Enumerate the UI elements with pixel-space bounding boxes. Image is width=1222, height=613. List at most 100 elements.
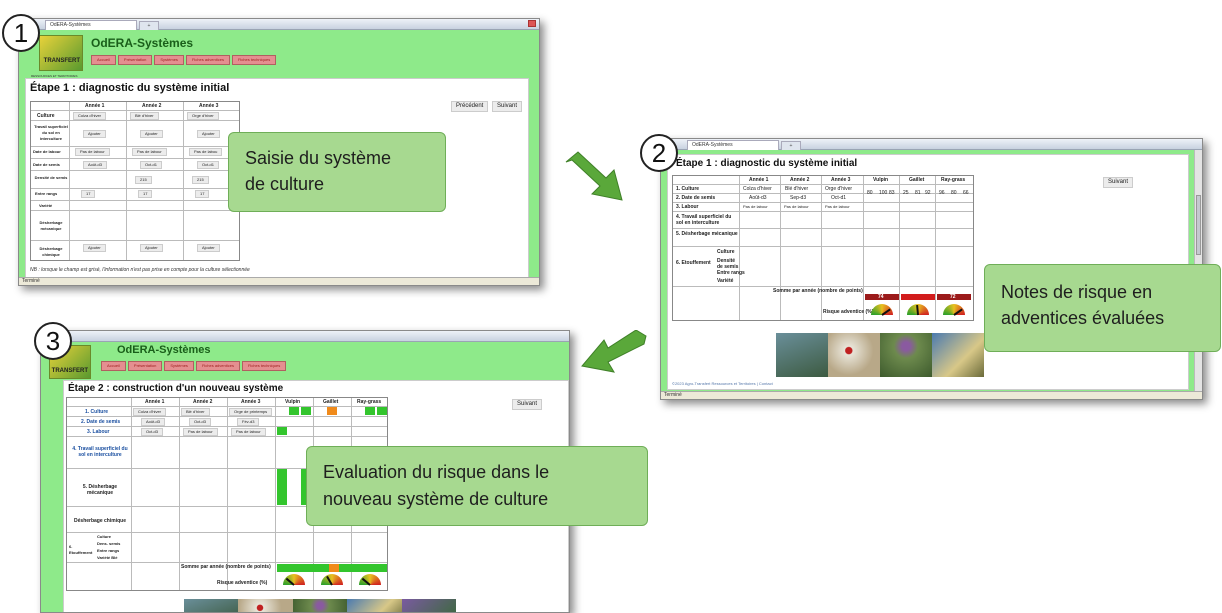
- risk-gauge-1: [283, 574, 305, 586]
- densite-input-2[interactable]: 215: [135, 176, 152, 184]
- labour-select-3[interactable]: Pas de labour: [231, 428, 266, 436]
- app-title: OdERA-Systèmes: [91, 36, 194, 50]
- note-text: NB : lorsque le champ est grisé, l'infor…: [30, 267, 250, 273]
- callout-step3-line1: Evaluation du risque dans le: [323, 462, 550, 482]
- semis-3: Oct-d1: [831, 195, 847, 201]
- score-2: 100: [879, 190, 888, 196]
- sub-culture: Culture: [97, 534, 111, 539]
- sub-densite: Dens. semis: [97, 541, 121, 546]
- callout-step3: Evaluation du risque dans le nouveau sys…: [306, 446, 648, 526]
- entre-rangs-input-1[interactable]: 17: [81, 190, 96, 198]
- weed-photo-strip: [184, 599, 457, 612]
- risk-gauge-3: [359, 574, 381, 586]
- score-cell: [277, 469, 287, 505]
- culture-select-3[interactable]: Orge d'hiver: [187, 112, 219, 120]
- diagnostic-table: Année 1 Année 2 Année 3 Vulpin Gaillet R…: [672, 175, 974, 321]
- score-8: 80: [951, 190, 957, 196]
- nav-presentation[interactable]: Présentation: [117, 55, 153, 65]
- nav-systemes[interactable]: Systèmes: [164, 361, 194, 371]
- labour-select-3[interactable]: Pas de labou: [189, 148, 223, 156]
- chimique-ajouter-3[interactable]: Ajouter: [197, 244, 220, 252]
- sub-densite: Densité de semis: [717, 258, 739, 270]
- labour-select-2[interactable]: Pas de labour: [183, 428, 218, 436]
- score-cell: [327, 407, 337, 415]
- semis-select-3[interactable]: Fév-d3: [237, 418, 260, 426]
- callout-step3-line2: nouveau système de culture: [323, 489, 549, 509]
- year-2-header: Année 2: [790, 177, 810, 183]
- new-tab-button[interactable]: +: [139, 21, 159, 30]
- browser-tab[interactable]: OdERA-Systèmes: [687, 140, 779, 150]
- weed-gaillet-header: Gaillet: [323, 399, 339, 405]
- nav-presentation[interactable]: Présentation: [127, 361, 163, 371]
- sub-entre-rangs: Entre rangs: [97, 548, 120, 553]
- nav-fiches-techniques[interactable]: Fiches techniques: [231, 55, 277, 65]
- row-travail-superficiel: Travail superficiel du sol en intercultu…: [34, 124, 68, 141]
- ajouter-button-2[interactable]: Ajouter: [140, 130, 163, 138]
- row-date-labour: Date de labour: [33, 149, 61, 154]
- step-number-2: 2: [640, 134, 678, 172]
- score-3: 83: [889, 190, 895, 196]
- culture-select-1[interactable]: Colza d'hiver: [73, 112, 106, 120]
- risk-label: Risque adventice (%): [217, 580, 268, 586]
- nav-fiches-techniques[interactable]: Fiches techniques: [241, 361, 287, 371]
- semis-select-1[interactable]: Août-d3: [141, 418, 166, 426]
- labour-select-2[interactable]: Pas de labour: [132, 148, 167, 156]
- next-button[interactable]: Suivant: [512, 399, 543, 410]
- sub-culture: Culture: [717, 249, 735, 255]
- nav-accueil[interactable]: Accueil: [101, 361, 126, 371]
- entre-rangs-input-2[interactable]: 17: [138, 190, 153, 198]
- culture-select-1[interactable]: Colza d'hiver: [133, 408, 166, 416]
- nav-accueil[interactable]: Accueil: [91, 55, 116, 65]
- nav-fiches-adventices[interactable]: Fiches adventices: [195, 361, 240, 371]
- footer-text: ©2023 Agro-Transfert Ressources et Terri…: [672, 381, 773, 386]
- new-tab-button[interactable]: +: [781, 141, 801, 150]
- semis-select-2[interactable]: Oct-d3: [189, 418, 212, 426]
- year-2-header: Année 2: [142, 103, 162, 109]
- semis-select-3[interactable]: Oct-d1: [197, 161, 220, 169]
- risk-gauge-2: [907, 304, 929, 316]
- weed-raygrass-header: Ray-grass: [941, 177, 966, 183]
- score-cell: [301, 407, 311, 415]
- sub-variete: Variété: [717, 278, 734, 284]
- score-cell: [277, 427, 287, 435]
- chimique-ajouter-2[interactable]: Ajouter: [140, 244, 163, 252]
- browser-tab[interactable]: OdERA-Systèmes: [45, 20, 137, 30]
- next-button[interactable]: Suivant: [1103, 177, 1134, 188]
- close-window-icon[interactable]: [528, 20, 536, 27]
- risk-label: Risque adventice (%): [823, 309, 874, 315]
- sum-year-2: [901, 294, 935, 300]
- score-cell: [289, 407, 299, 415]
- labour-select-1[interactable]: Pas de labour: [75, 148, 110, 156]
- entre-rangs-input-3[interactable]: 17: [195, 190, 210, 198]
- row-date-semis: 2. Date de semis: [676, 195, 716, 201]
- row-desherbage-chimique: Désherbage chimique: [39, 246, 63, 257]
- next-button[interactable]: Suivant: [492, 101, 523, 112]
- score-6: 92: [925, 190, 931, 196]
- score-1: 80: [867, 190, 873, 196]
- nav-fiches-adventices[interactable]: Fiches adventices: [185, 55, 230, 65]
- nav-systemes[interactable]: Systèmes: [154, 55, 184, 65]
- weed-photo-strip: [776, 333, 984, 377]
- row-desherbage-chimique: Désherbage chimique: [74, 518, 126, 524]
- culture-select-2[interactable]: Blé d'hiver: [181, 408, 210, 416]
- culture-3: Orge d'hiver: [825, 186, 853, 192]
- densite-input-3[interactable]: 215: [192, 176, 209, 184]
- callout-step2-line1: Notes de risque en: [1001, 282, 1153, 302]
- labour-select-1[interactable]: Oct-d3: [141, 428, 164, 436]
- chimique-ajouter-1[interactable]: Ajouter: [83, 244, 106, 252]
- status-bar: Terminé: [19, 277, 539, 285]
- semis-select-2[interactable]: Oct-d1: [140, 161, 163, 169]
- callout-step1-line2: de culture: [245, 174, 325, 194]
- previous-button[interactable]: Précédent: [451, 101, 489, 112]
- arrow-step2-to-3-icon: [581, 330, 647, 373]
- ajouter-button-3[interactable]: Ajouter: [197, 130, 220, 138]
- score-9: 66: [963, 190, 969, 196]
- culture-select-2[interactable]: Blé d'hiver: [130, 112, 159, 120]
- culture-select-3[interactable]: Orge de printemps: [229, 408, 273, 416]
- semis-select-1[interactable]: Août-d3: [83, 161, 108, 169]
- row-entre-rangs: Entre rangs: [35, 191, 58, 196]
- ajouter-button-1[interactable]: Ajouter: [83, 130, 106, 138]
- year-1-header: Année 1: [749, 177, 769, 183]
- score-4: 25: [903, 190, 909, 196]
- labour-1: Pas de labour: [743, 204, 768, 209]
